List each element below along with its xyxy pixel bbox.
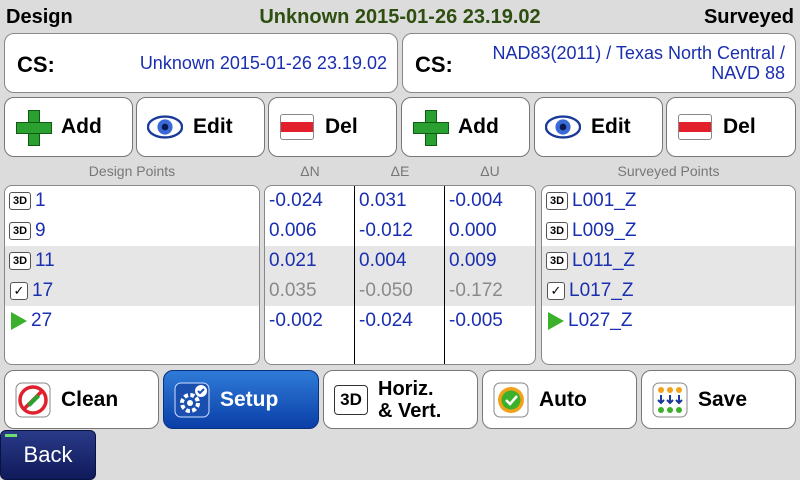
design-add-button[interactable]: Add: [4, 97, 133, 157]
delta-n-cell: -0.024: [269, 190, 323, 211]
page-title: Unknown 2015-01-26 23.19.02: [259, 6, 541, 28]
3d-icon: 3D: [546, 192, 568, 210]
surveyed-points-list[interactable]: 3D L001_Z 3D L009_Z 3D L011_Z ✓ L017_Z L027_Z: [541, 185, 796, 365]
delta-n-cell: 0.035: [269, 280, 317, 301]
design-point-name: 9: [35, 220, 46, 241]
cs-label: CS:: [17, 52, 55, 77]
3d-icon: 3D: [9, 252, 31, 270]
gear-icon: [174, 382, 210, 418]
check-icon: ✓: [547, 282, 565, 300]
clean-icon: [15, 382, 51, 418]
design-point-row[interactable]: 3D 11: [5, 246, 259, 276]
surveyed-point-name: L011_Z: [572, 250, 636, 271]
delta-e-header: ΔE: [390, 163, 410, 179]
surveyed-point-row[interactable]: 3D L009_Z: [542, 216, 795, 246]
vert-label: & Vert.: [378, 399, 442, 422]
delta-u-cell: 0.000: [449, 220, 497, 241]
cs-label: CS:: [415, 52, 453, 77]
surveyed-point-row[interactable]: 3D L001_Z: [542, 186, 795, 216]
surveyed-point-row[interactable]: L027_Z: [542, 306, 795, 336]
button-label: Add: [61, 115, 102, 138]
auto-icon: [493, 382, 529, 418]
status-indicator: [5, 434, 17, 437]
horiz-vert-label: Horiz. & Vert.: [378, 378, 441, 422]
delta-n-cell: 0.021: [269, 250, 317, 271]
back-label: Back: [23, 442, 73, 467]
save-points-icon: [652, 382, 688, 418]
button-label: Edit: [193, 115, 233, 138]
surveyed-add-button[interactable]: Add: [401, 97, 530, 157]
play-icon: [11, 312, 27, 330]
design-points-header: Design Points: [88, 163, 176, 179]
play-icon: [548, 312, 564, 330]
delta-n-header: ΔN: [300, 163, 320, 179]
design-edit-button[interactable]: Edit: [136, 97, 265, 157]
delta-u-header: ΔU: [480, 163, 500, 179]
button-label: Add: [458, 115, 499, 138]
surveyed-point-row[interactable]: ✓ L017_Z: [542, 276, 795, 306]
deltas-table: -0.024 0.031 -0.004 0.006 -0.012 0.000 0.021 0.…: [264, 185, 536, 365]
delta-e-cell: 0.004: [359, 250, 407, 271]
button-label: Save: [698, 387, 748, 411]
clean-button[interactable]: Clean: [4, 370, 159, 429]
surveyed-points-header: Surveyed Points: [617, 163, 720, 179]
delta-e-cell: 0.031: [359, 190, 407, 211]
surveyed-point-name: L001_Z: [572, 190, 637, 211]
horiz-vert-button[interactable]: 3D Horiz. & Vert.: [323, 370, 478, 429]
delta-u-cell: 0.009: [449, 250, 497, 271]
eye-icon: [545, 109, 581, 145]
design-point-row[interactable]: ✓ 17: [5, 276, 259, 306]
surveyed-point-name: L027_Z: [568, 310, 633, 331]
delta-n-cell: 0.006: [269, 220, 317, 241]
minus-icon: [677, 109, 713, 145]
delta-u-cell: -0.004: [449, 190, 503, 211]
setup-button[interactable]: Setup: [163, 370, 319, 429]
design-point-name: 1: [35, 190, 46, 211]
delta-u-cell: -0.172: [449, 280, 503, 301]
surveyed-delete-button[interactable]: Del: [666, 97, 796, 157]
design-point-name: 27: [31, 310, 53, 331]
3d-icon: 3D: [9, 222, 31, 240]
delta-e-cell: -0.050: [359, 280, 413, 301]
button-label: Setup: [220, 387, 279, 411]
button-label: Clean: [61, 387, 119, 411]
plus-icon: [15, 109, 52, 146]
minus-icon: [279, 109, 315, 145]
delta-e-cell: -0.024: [359, 310, 413, 331]
delta-u-cell: -0.005: [449, 310, 503, 331]
delta-e-cell: -0.012: [359, 220, 413, 241]
design-cs-field[interactable]: CS: Unknown 2015-01-26 23.19.02: [4, 33, 398, 93]
surveyed-label: Surveyed: [703, 6, 794, 28]
auto-button[interactable]: Auto: [482, 370, 637, 429]
surveyed-point-name: L017_Z: [569, 280, 634, 301]
delta-n-cell: -0.002: [269, 310, 323, 331]
eye-icon: [147, 109, 183, 145]
3d-icon: 3D: [546, 252, 568, 270]
design-point-row[interactable]: 27: [5, 306, 259, 336]
design-point-name: 17: [32, 280, 54, 301]
design-point-row[interactable]: 3D 9: [5, 216, 259, 246]
back-button[interactable]: Back: [0, 430, 96, 480]
check-icon: ✓: [10, 282, 28, 300]
surveyed-point-name: L009_Z: [572, 220, 637, 241]
design-cs-value: Unknown 2015-01-26 23.19.02: [139, 53, 387, 73]
save-button[interactable]: Save: [641, 370, 796, 429]
button-label: Edit: [591, 115, 631, 138]
surveyed-point-row[interactable]: 3D L011_Z: [542, 246, 795, 276]
3d-icon: 3D: [9, 192, 31, 210]
button-label: Auto: [539, 387, 587, 411]
design-delete-button[interactable]: Del: [268, 97, 397, 157]
3d-icon: 3D: [334, 384, 368, 415]
design-points-list[interactable]: 3D 1 3D 9 3D 11 ✓ 17 27: [4, 185, 260, 365]
surveyed-cs-field[interactable]: CS: NAD83(2011) / Texas North Central / …: [402, 33, 796, 93]
3d-icon: 3D: [546, 222, 568, 240]
button-label: Del: [325, 115, 358, 138]
horiz-label: Horiz.: [378, 377, 434, 400]
surveyed-edit-button[interactable]: Edit: [534, 97, 663, 157]
button-label: Del: [723, 115, 756, 138]
design-point-name: 11: [35, 250, 55, 271]
design-point-row[interactable]: 3D 1: [5, 186, 259, 216]
plus-icon: [412, 109, 449, 146]
surveyed-cs-value: NAD83(2011) / Texas North Central / NAVD…: [492, 43, 785, 83]
